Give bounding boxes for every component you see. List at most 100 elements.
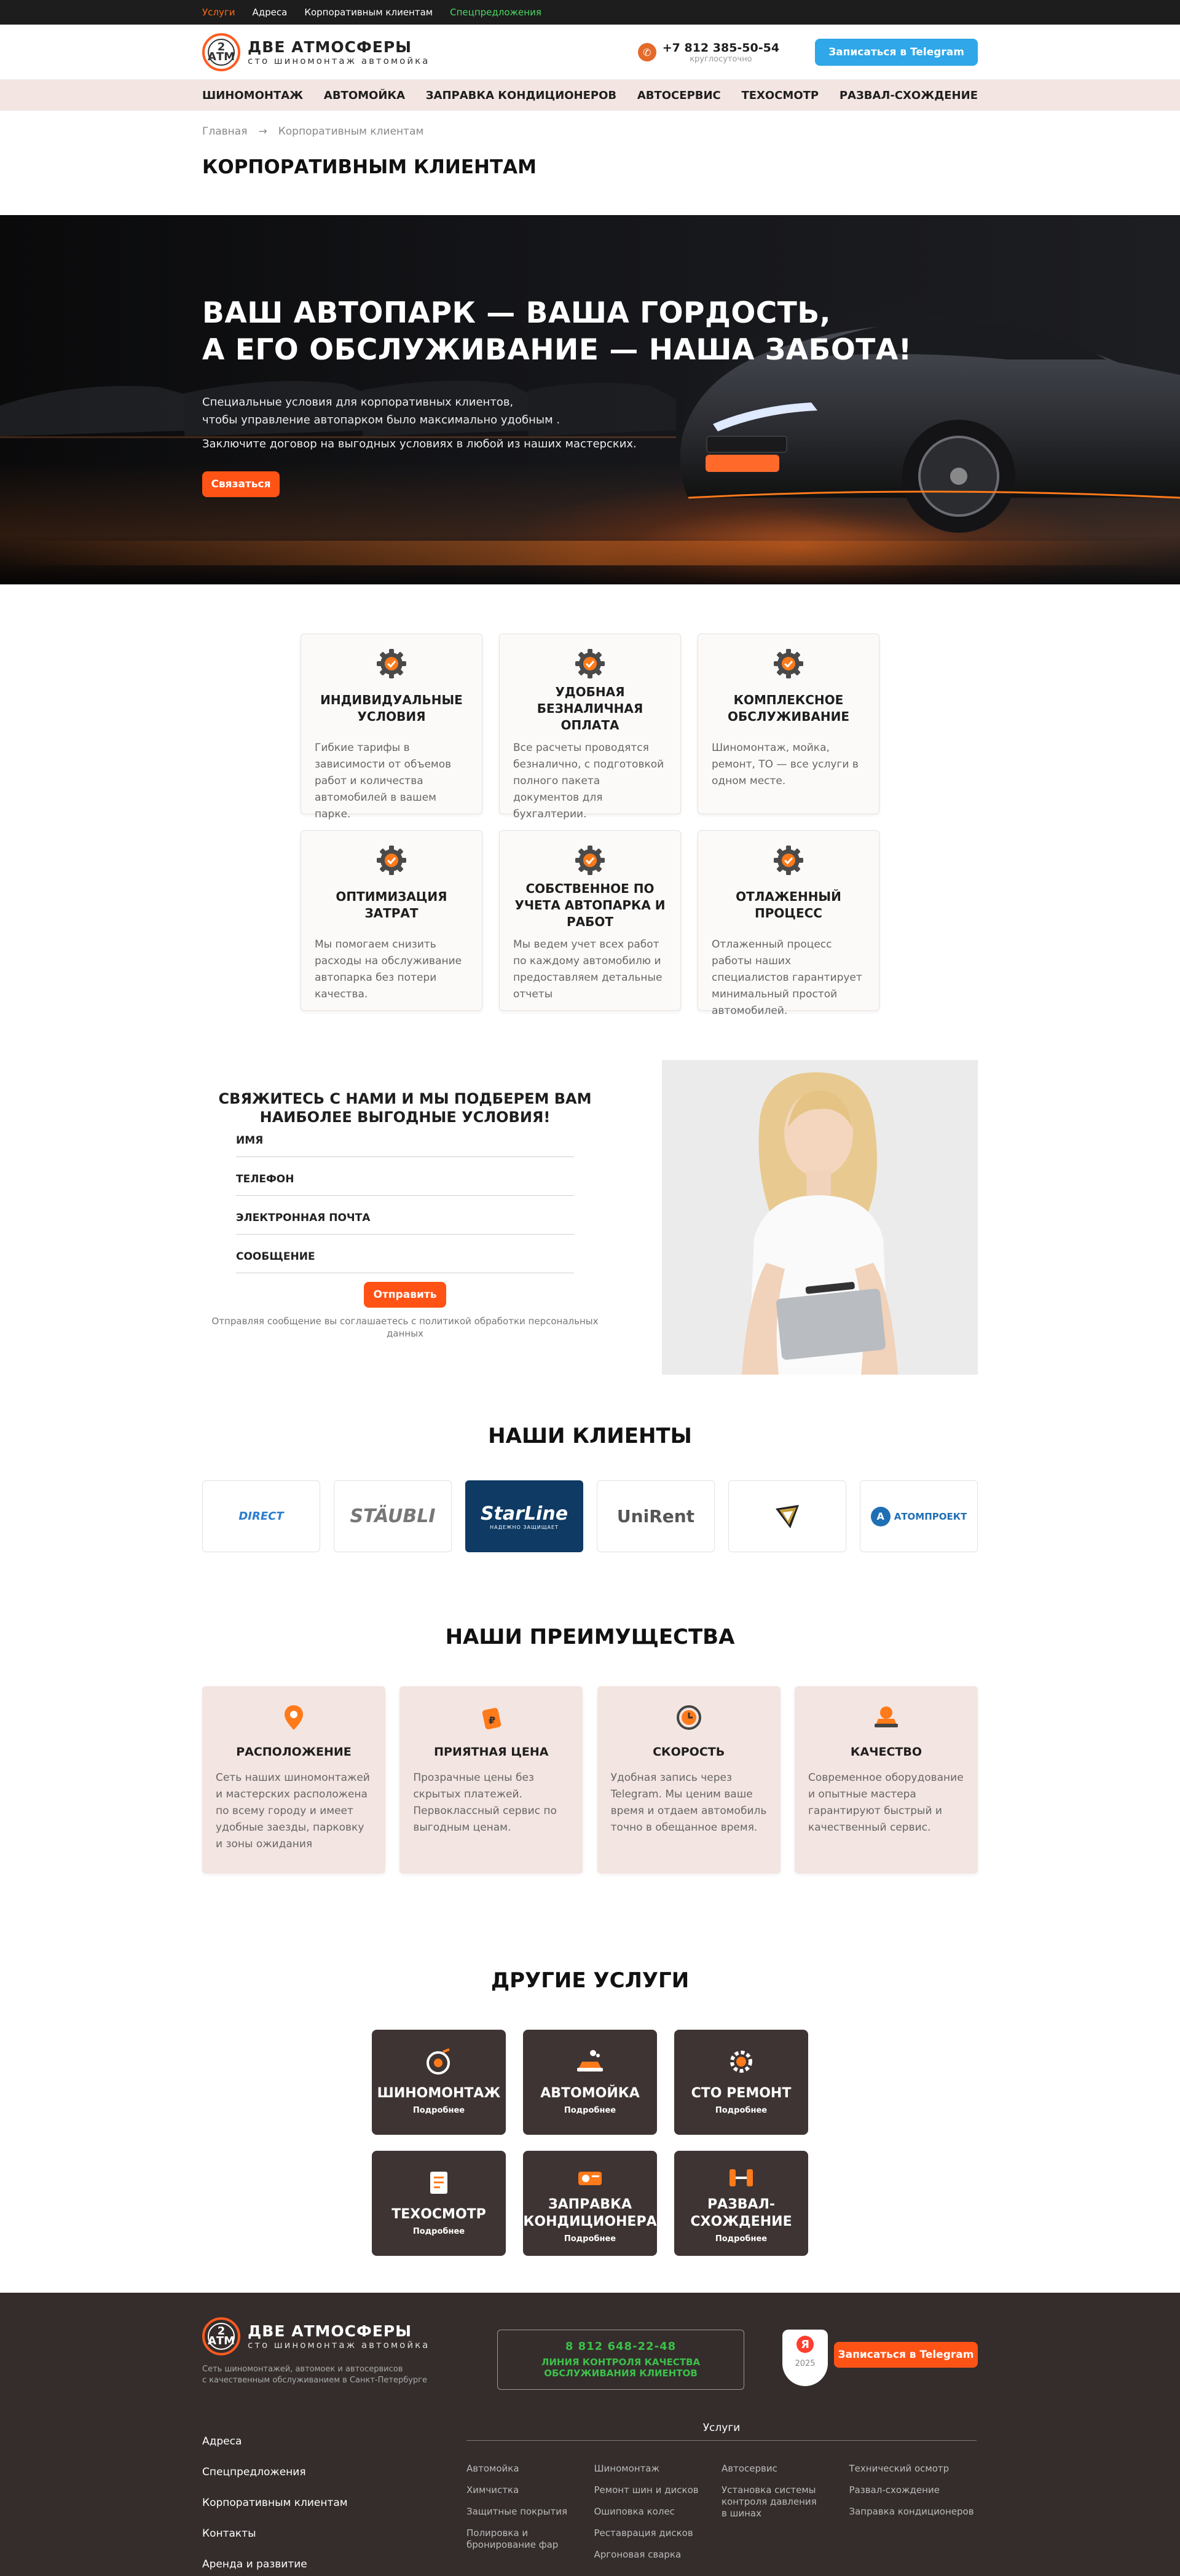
footer: 2 АТМ ДВЕ АТМОСФЕРЫ сто шиномонтаж автомо…: [0, 2293, 1180, 2576]
footer-service-link[interactable]: Защитные покрытия: [466, 2506, 594, 2518]
footer-service-link[interactable]: Полировка и бронирование фар: [466, 2527, 559, 2551]
client-logo-direct[interactable]: DIRECT: [202, 1480, 320, 1552]
email-field[interactable]: ЭЛЕКТРОННАЯ ПОЧТА: [236, 1196, 574, 1235]
advantage-title: РАСПОЛОЖЕНИЕ: [236, 1745, 352, 1759]
hero-text-contract: Заключите договор на выгодных условиях в…: [202, 438, 637, 450]
nav-item-tire[interactable]: ШИНОМОНТАЖ: [202, 89, 303, 102]
gear-check-icon: [376, 844, 407, 876]
feature-title: СОБСТВЕННОЕ ПО УЧЕТА АВТОПАРКА И РАБОТ: [514, 881, 666, 929]
hero-banner: ВАШ АВТОПАРК — ВАША ГОРДОСТЬ, А ЕГО ОБСЛ…: [0, 215, 1180, 584]
phone-block: ✆ +7 812 385-50-54 круглосуточно: [637, 41, 779, 64]
advantages-title: НАШИ ПРЕИМУЩЕСТВА: [445, 1625, 735, 1649]
footer-service-link[interactable]: Технический осмотр: [849, 2463, 977, 2475]
phone-number[interactable]: +7 812 385-50-54: [663, 41, 779, 55]
footer-link-offers[interactable]: Спецпредложения: [202, 2465, 466, 2480]
service-more-link[interactable]: Подробнее: [674, 2106, 808, 2115]
footer-service-link[interactable]: Автомойка: [466, 2463, 594, 2475]
nav-item-service[interactable]: АВТОСЕРВИС: [637, 89, 721, 102]
topbar-link-addresses[interactable]: Адреса: [252, 7, 287, 18]
advantage-text: Прозрачные цены без скрытых платежей. Пе…: [413, 1772, 557, 1834]
nav-item-aircon[interactable]: ЗАПРАВКА КОНДИЦИОНЕРОВ: [426, 89, 616, 102]
page-title: КОРПОРАТИВНЫМ КЛИЕНТАМ: [202, 156, 537, 178]
phone-note: круглосуточно: [690, 54, 752, 64]
service-card-tire[interactable]: ШИНОМОНТАЖ Подробнее: [372, 2030, 506, 2135]
footer-service-link[interactable]: Ремонт шин и дисков: [594, 2484, 722, 2496]
advantage-title: ПРИЯТНАЯ ЦЕНА: [434, 1745, 549, 1759]
feature-title: УДОБНАЯ БЕЗНАЛИЧНАЯ ОПЛАТА: [537, 684, 643, 732]
footer-link-corporate[interactable]: Корпоративным клиентам: [202, 2496, 466, 2511]
footer-service-link[interactable]: Автосервис: [722, 2463, 849, 2475]
advantage-card: СКОРОСТЬ Удобная запись через Telegram. …: [597, 1686, 781, 1874]
nav-item-wash[interactable]: АВТОМОЙКА: [324, 89, 405, 102]
client-logo-starline[interactable]: StarLine НАДЕЖНО ЗАЩИЩАЕТ: [465, 1480, 583, 1552]
yandex-icon: Я: [796, 2336, 814, 2353]
service-card-wash[interactable]: АВТОМОЙКА Подробнее: [523, 2030, 657, 2135]
nav-item-alignment[interactable]: РАЗВАЛ-СХОЖДЕНИЕ: [840, 89, 978, 102]
footer-service-link[interactable]: Установка системы контроля давления в ши…: [722, 2484, 820, 2519]
hotline-number: 8 812 648-22-48: [565, 2340, 677, 2353]
features-grid: ИНДИВИДУАЛЬНЫЕ УСЛОВИЯ Гибкие тарифы в з…: [301, 634, 879, 1017]
topbar-link-corporate[interactable]: Корпоративным клиентам: [304, 7, 433, 18]
logo-title: ДВЕ АТМОСФЕРЫ: [248, 38, 412, 56]
footer-link-addresses[interactable]: Адреса: [202, 2434, 466, 2449]
topbar-link-offers[interactable]: Спецпредложения: [450, 7, 541, 18]
gear-check-icon: [773, 844, 804, 876]
nav-item-inspection[interactable]: ТЕХОСМОТР: [741, 89, 819, 102]
phone-field[interactable]: ТЕЛЕФОН: [236, 1157, 574, 1196]
service-card-aircon[interactable]: ЗАПРАВКА КОНДИЦИОНЕРА Подробнее: [523, 2151, 657, 2256]
footer-service-link[interactable]: Развал-схождение: [849, 2484, 977, 2496]
contact-button[interactable]: Связаться: [202, 471, 280, 497]
footer-service-link[interactable]: Реставрация дисков: [594, 2527, 722, 2539]
footer-service-link[interactable]: Химчистка: [466, 2484, 594, 2496]
service-more-link[interactable]: Подробнее: [523, 2106, 657, 2115]
feature-text: Отлаженный процесс работы наших специали…: [712, 938, 862, 1017]
telegram-button[interactable]: Записаться в Telegram: [815, 39, 978, 66]
topbar-link-services[interactable]: Услуги: [202, 7, 235, 18]
client-logo-staubli[interactable]: STÄUBLI: [334, 1480, 452, 1552]
main-nav: ШИНОМОНТАЖ АВТОМОЙКА ЗАПРАВКА КОНДИЦИОНЕ…: [0, 80, 1180, 111]
service-more-link[interactable]: Подробнее: [372, 2227, 506, 2236]
footer-link-contacts[interactable]: Контакты: [202, 2526, 466, 2542]
message-field[interactable]: СООБЩЕНИЕ: [236, 1235, 574, 1273]
footer-link-rent[interactable]: Аренда и развитие: [202, 2557, 466, 2572]
service-card-inspection[interactable]: ТЕХОСМОТР Подробнее: [372, 2151, 506, 2256]
hero-title: ВАШ АВТОПАРК — ВАША ГОРДОСТЬ, А ЕГО ОБСЛ…: [202, 296, 912, 367]
feature-text: Шиномонтаж, мойка, ремонт, ТО — все услу…: [712, 742, 859, 787]
service-more-link[interactable]: Подробнее: [372, 2106, 506, 2115]
footer-service-link[interactable]: Шиномонтаж: [594, 2463, 722, 2475]
contact-form: СВЯЖИТЕСЬ С НАМИ И МЫ ПОДБЕРЕМ ВАМ НАИБОЛ…: [202, 1060, 608, 1375]
footer-telegram-button[interactable]: Записаться в Telegram: [834, 2342, 978, 2368]
footer-logo[interactable]: 2 АТМ ДВЕ АТМОСФЕРЫ сто шиномонтаж автомо…: [202, 2317, 436, 2386]
logo[interactable]: 2 АТМ ДВЕ АТМОСФЕРЫ сто шиномонтаж автомо…: [202, 33, 430, 71]
clients-logos: DIRECT STÄUBLI StarLine НАДЕЖНО ЗАЩИЩАЕТ…: [202, 1480, 978, 1552]
advantage-text: Сеть наших шиномонтажей и мастерских рас…: [216, 1772, 370, 1850]
feature-card: СОБСТВЕННОЕ ПО УЧЕТА АВТОПАРКА И РАБОТ М…: [499, 830, 681, 1011]
privacy-note: Отправляя сообщение вы соглашаетесь с по…: [211, 1316, 599, 1339]
footer-service-link[interactable]: Ошиповка колес: [594, 2506, 722, 2518]
quality-car-icon: [808, 1703, 964, 1732]
service-more-link[interactable]: Подробнее: [674, 2234, 808, 2244]
advantage-text: Современное оборудование и опытные масте…: [808, 1772, 964, 1834]
footer-service-link[interactable]: Заправка кондиционеров: [849, 2506, 977, 2518]
feature-text: Мы помогаем снизить расходы на обслужива…: [315, 938, 462, 1000]
gear-check-icon: [376, 648, 407, 680]
gear-check-icon: [574, 648, 606, 680]
service-card-repair[interactable]: СТО РЕМОНТ Подробнее: [674, 2030, 808, 2135]
client-logo-unirent[interactable]: UniRent: [597, 1480, 715, 1552]
quality-hotline[interactable]: 8 812 648-22-48 ЛИНИЯ КОНТРОЛЯ КАЧЕСТВА О…: [497, 2330, 744, 2390]
service-more-link[interactable]: Подробнее: [523, 2234, 657, 2244]
gear-check-icon: [574, 844, 606, 876]
client-logo-emblem[interactable]: [728, 1480, 846, 1552]
client-logo-atomproekt[interactable]: A АТОМПРОЕКТ: [860, 1480, 978, 1552]
repair-gear-icon: [674, 2048, 808, 2075]
feature-card: ОТЛАЖЕННЫЙ ПРОЦЕСС Отлаженный процесс ра…: [698, 830, 879, 1017]
logo-badge: 2 АТМ: [202, 2317, 240, 2355]
footer-links: Адреса Спецпредложения Корпоративным кли…: [202, 2434, 466, 2576]
feature-card: ИНДИВИДУАЛЬНЫЕ УСЛОВИЯ Гибкие тарифы в з…: [301, 634, 482, 820]
footer-services: Услуги Автомойка Химчистка Защитные покр…: [466, 2422, 977, 2576]
name-field[interactable]: ИМЯ: [236, 1126, 574, 1157]
breadcrumb-home[interactable]: Главная: [202, 125, 247, 138]
footer-service-link[interactable]: Аргоновая сварка: [594, 2549, 722, 2561]
submit-button[interactable]: Отправить: [364, 1282, 446, 1308]
service-card-alignment[interactable]: РАЗВАЛ- СХОЖДЕНИЕ Подробнее: [674, 2151, 808, 2256]
